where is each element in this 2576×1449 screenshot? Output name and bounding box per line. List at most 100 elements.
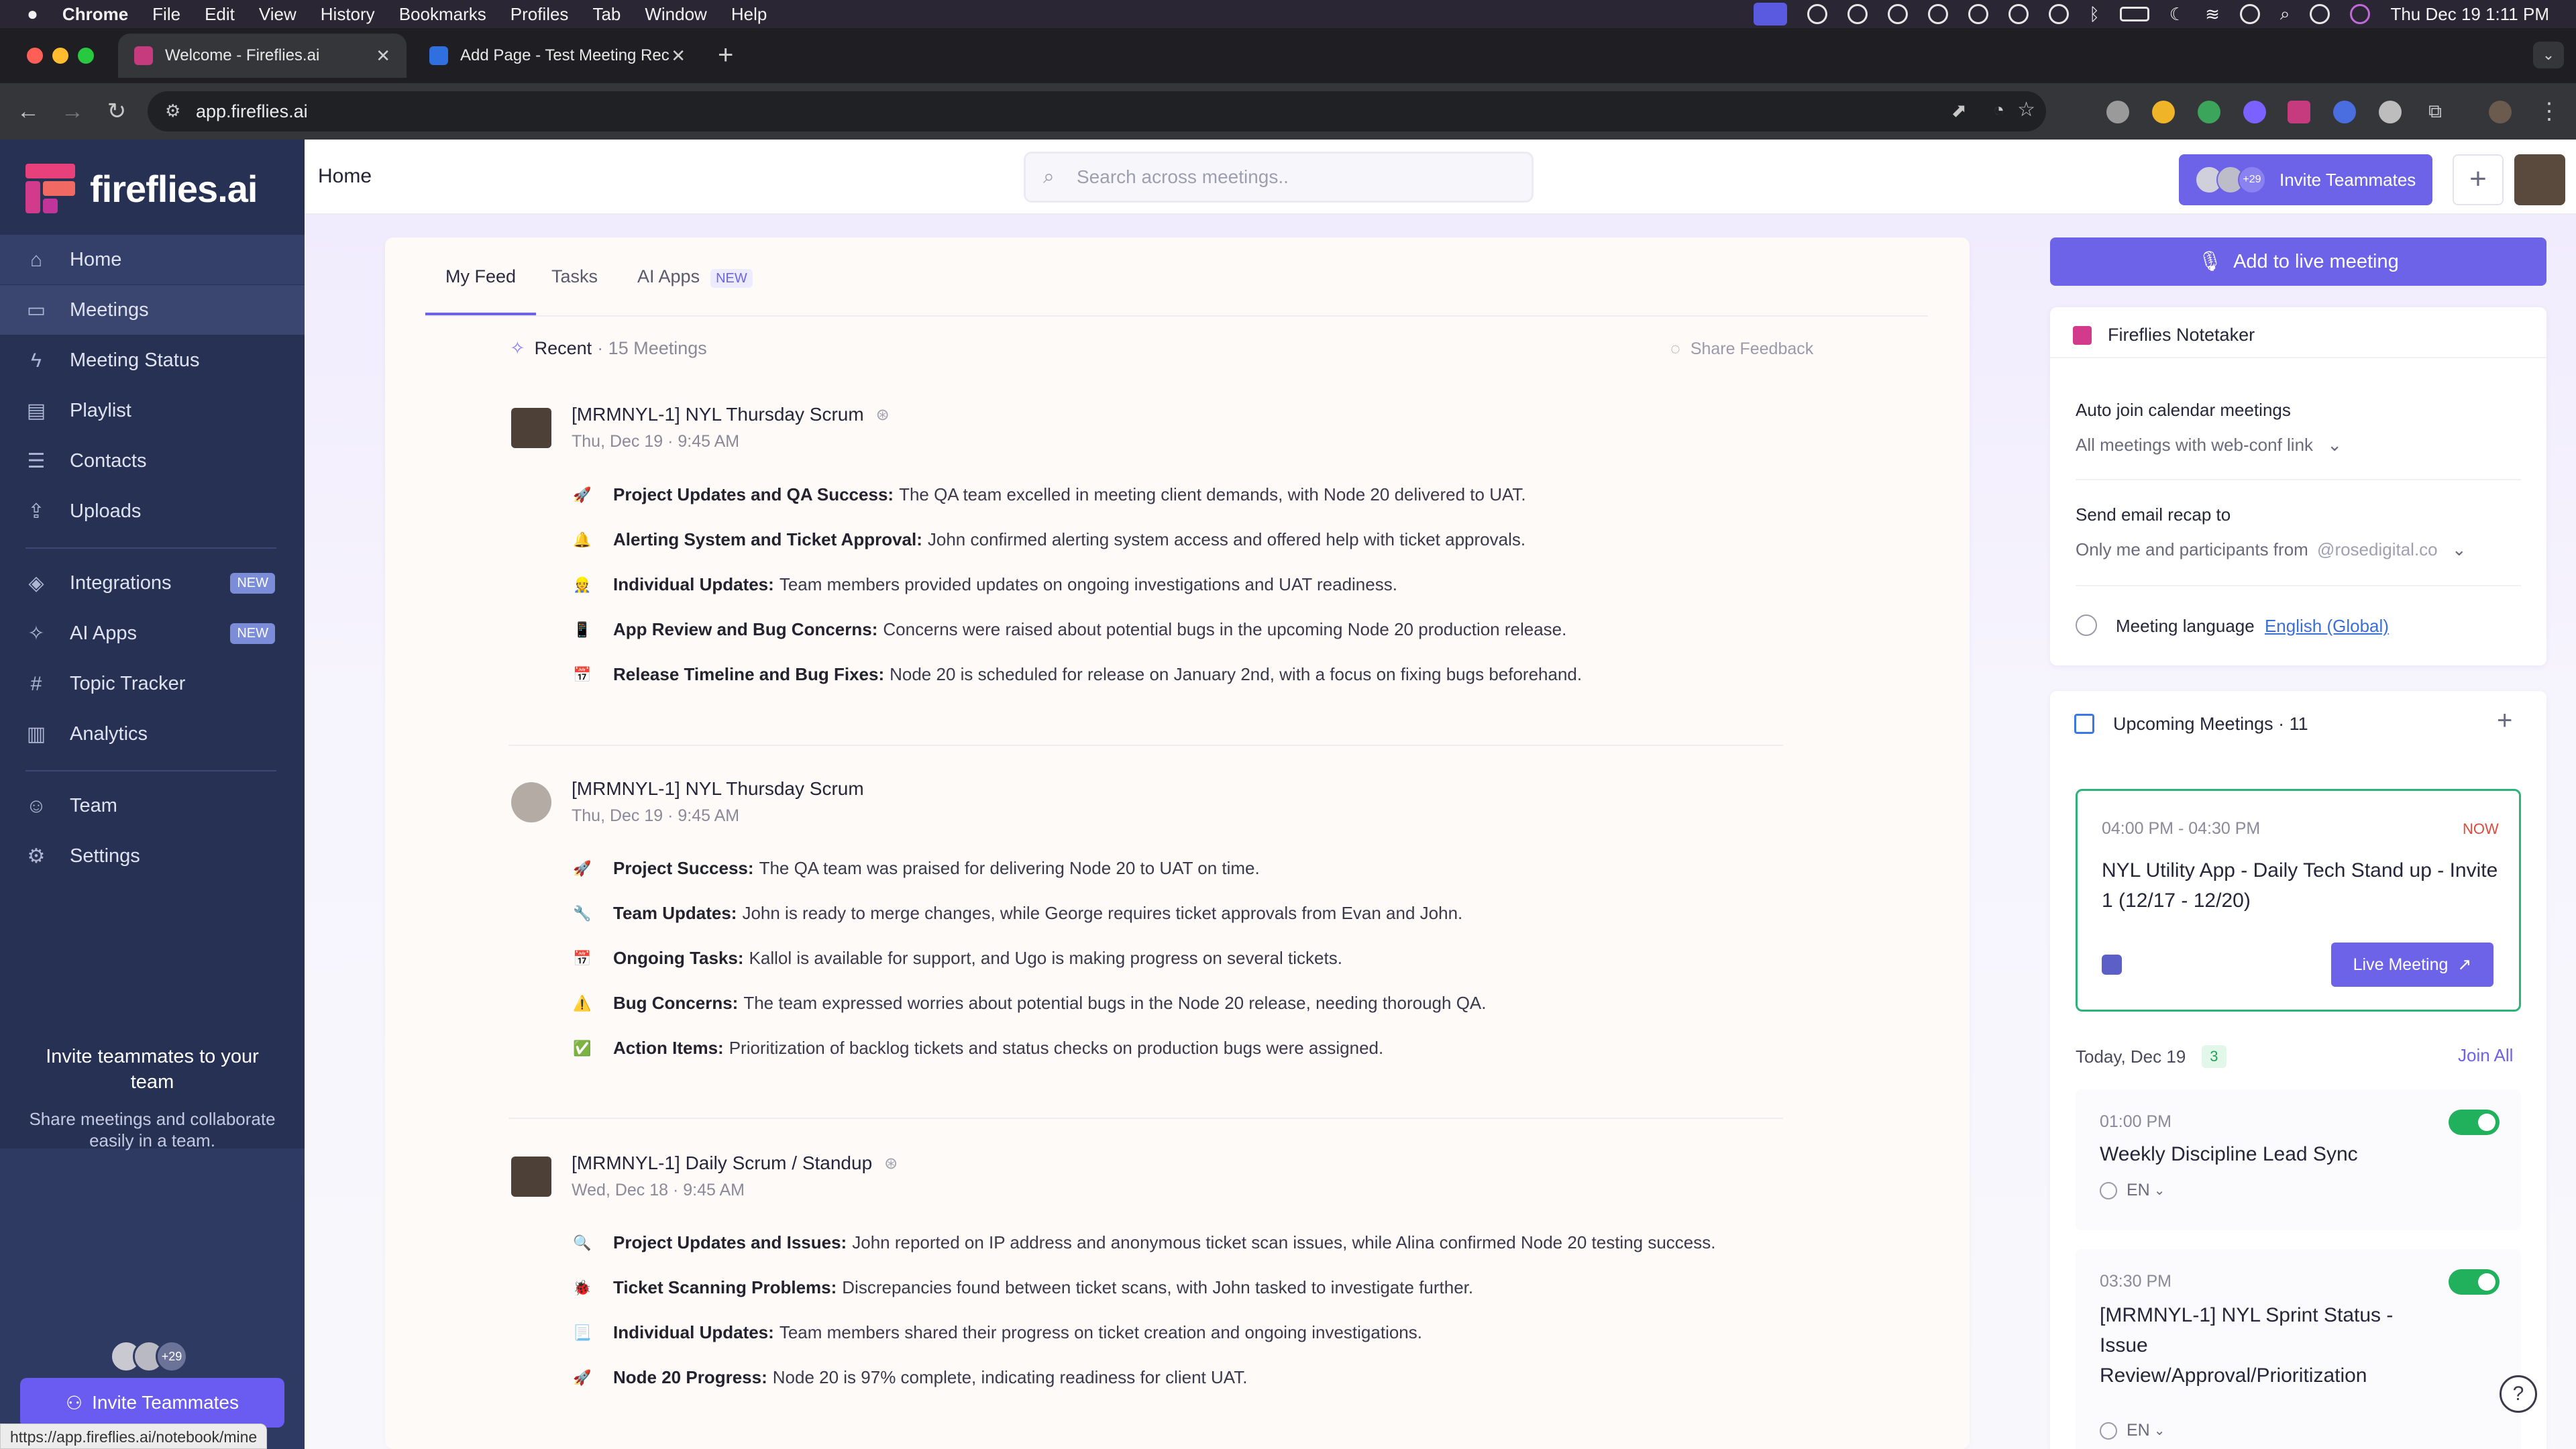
close-tab-icon[interactable]: ✕: [671, 46, 686, 66]
maximize-window-button[interactable]: [78, 48, 94, 64]
auto-join-select[interactable]: All meetings with web-conf link ⌄: [2076, 435, 2342, 455]
tab-search-icon[interactable]: ⌄: [2533, 42, 2564, 68]
minimize-window-button[interactable]: [52, 48, 68, 64]
sidebar-item-uploads[interactable]: ⇪ Uploads: [0, 486, 305, 536]
sidebar-item-ai-apps[interactable]: ✧ AI Apps NEW: [0, 608, 305, 658]
bluetooth-icon[interactable]: ᛒ: [2089, 4, 2100, 25]
add-meeting-icon[interactable]: +: [2497, 706, 2512, 736]
forward-icon[interactable]: →: [59, 98, 86, 125]
wifi-icon[interactable]: ≋: [2205, 4, 2220, 25]
live-meeting-button[interactable]: Live Meeting ↗: [2331, 943, 2493, 987]
sidebar-item-team[interactable]: ☺ Team: [0, 781, 305, 830]
siri-icon[interactable]: [2350, 4, 2371, 24]
performance-icon[interactable]: ◔: [1993, 99, 2004, 121]
extension-4-icon[interactable]: [2243, 101, 2266, 123]
extension-1-icon[interactable]: [2106, 101, 2129, 123]
menu-tab[interactable]: Tab: [592, 4, 621, 25]
spotlight-icon[interactable]: ⌕: [2280, 3, 2290, 25]
menu-profiles[interactable]: Profiles: [511, 4, 569, 25]
moon-icon[interactable]: ☾: [2169, 4, 2185, 25]
grammarly-icon[interactable]: [1807, 4, 1828, 24]
upcoming-meeting-item[interactable]: 01:00 PM Weekly Discipline Lead Sync EN …: [2076, 1089, 2521, 1230]
menu-window[interactable]: Window: [645, 4, 706, 25]
meeting-header[interactable]: [MRMNYL-1] Daily Scrum / Standup ⊛ Wed, …: [572, 1152, 898, 1200]
menu-edit[interactable]: Edit: [205, 4, 235, 25]
menu-view[interactable]: View: [259, 4, 297, 25]
menu-clock[interactable]: Thu Dec 19 1:11 PM: [2390, 4, 2549, 25]
tab-ai-apps[interactable]: AI Apps NEW: [637, 255, 753, 315]
add-button[interactable]: +: [2453, 154, 2504, 205]
extension-6-icon[interactable]: [2333, 101, 2356, 123]
sidebar-item-integrations[interactable]: ◈ Integrations NEW: [0, 558, 305, 608]
language-select[interactable]: EN ⌄: [2100, 1421, 2165, 1440]
search-input[interactable]: ⌕ Search across meetings..: [1024, 152, 1534, 203]
bookmark-star-icon[interactable]: ☆: [2017, 98, 2035, 121]
extension-7-icon[interactable]: [2379, 101, 2402, 123]
sidebar-item-home[interactable]: ⌂ Home: [0, 235, 305, 284]
sidebar-item-contacts[interactable]: ☰ Contacts: [0, 436, 305, 486]
bolt-app-icon[interactable]: [1968, 4, 1989, 24]
battery-icon[interactable]: [2119, 7, 2149, 21]
control-center-icon[interactable]: [2310, 4, 2330, 24]
sidebar-item-analytics[interactable]: ▥ Analytics: [0, 709, 305, 759]
brand[interactable]: fireflies.ai: [25, 164, 258, 213]
tab-tasks[interactable]: Tasks: [551, 255, 598, 315]
back-icon[interactable]: ←: [15, 98, 42, 125]
auto-join-toggle[interactable]: [2449, 1110, 2500, 1135]
google-drive-icon[interactable]: [2198, 101, 2220, 123]
help-button[interactable]: ?: [2500, 1375, 2537, 1413]
browser-tab-fireflies[interactable]: Welcome - Fireflies.ai ✕: [118, 34, 407, 78]
address-bar[interactable]: ⚙ app.fireflies.ai ⬈ ◔ ☆: [148, 91, 2046, 131]
menu-app-name[interactable]: Chrome: [62, 4, 128, 25]
new-tab-icon[interactable]: +: [718, 40, 733, 70]
profile-avatar-icon[interactable]: [2489, 101, 2512, 123]
extensions-puzzle-icon[interactable]: ⧉: [2422, 98, 2449, 125]
play-icon[interactable]: [2239, 4, 2260, 24]
display-icon[interactable]: [2049, 4, 2070, 24]
invite-teammates-sidebar-button[interactable]: ⚇ Invite Teammates: [20, 1378, 284, 1428]
meeting-title[interactable]: [MRMNYL-1] Daily Scrum / Standup: [572, 1152, 872, 1174]
search-tool-icon[interactable]: [1847, 4, 1868, 24]
meeting-title[interactable]: [MRMNYL-1] NYL Thursday Scrum: [572, 778, 864, 800]
language-link[interactable]: English (Global): [2265, 616, 2389, 636]
meeting-header[interactable]: [MRMNYL-1] NYL Thursday Scrum ⊛ Thu, Dec…: [572, 404, 890, 451]
emoji-icon: 📅: [573, 949, 592, 967]
screen-share-icon[interactable]: [1754, 3, 1788, 25]
extension-2-icon[interactable]: [2152, 101, 2175, 123]
apple-icon[interactable]: ●: [27, 3, 38, 25]
password-icon[interactable]: [2008, 4, 2029, 24]
share-feedback-link[interactable]: ◌ Share Feedback: [1670, 339, 1813, 359]
menu-file[interactable]: File: [152, 4, 180, 25]
sidebar-item-meeting-status[interactable]: ϟ Meeting Status: [0, 335, 305, 385]
sidebar-item-meetings[interactable]: ▭ Meetings: [0, 285, 305, 335]
browser-tab-add-page[interactable]: Add Page - Test Meeting Rec ✕: [413, 34, 702, 78]
site-info-icon[interactable]: ⚙: [165, 101, 180, 121]
open-external-icon[interactable]: ⬈: [1951, 99, 1967, 121]
user-avatar[interactable]: [2514, 154, 2565, 205]
language-select[interactable]: EN ⌄: [2100, 1181, 2165, 1200]
sidebar-item-settings[interactable]: ⚙ Settings: [0, 831, 305, 881]
sidebar-item-topic-tracker[interactable]: # Topic Tracker: [0, 659, 305, 708]
chrome-menu-icon[interactable]: ⋮: [2536, 98, 2563, 125]
recap-select[interactable]: Only me and participants from @rosedigit…: [2076, 539, 2467, 560]
upcoming-meeting-item[interactable]: 03:30 PM [MRMNYL-1] NYL Sprint Status - …: [2076, 1249, 2521, 1449]
sparkle-icon: ✧: [28, 623, 45, 645]
invite-teammates-header-button[interactable]: +29 Invite Teammates: [2179, 154, 2432, 205]
triangle-app-icon[interactable]: [1928, 4, 1949, 24]
meeting-header[interactable]: [MRMNYL-1] NYL Thursday Scrum Thu, Dec 1…: [572, 778, 864, 826]
now-meeting-card[interactable]: 04:00 PM - 04:30 PM NOW NYL Utility App …: [2076, 789, 2521, 1012]
meeting-title[interactable]: [MRMNYL-1] NYL Thursday Scrum: [572, 404, 864, 425]
join-all-link[interactable]: Join All: [2458, 1045, 2513, 1066]
menu-help[interactable]: Help: [731, 4, 767, 25]
pen-icon[interactable]: [1888, 4, 1909, 24]
close-tab-icon[interactable]: ✕: [376, 46, 390, 66]
sidebar-item-playlist[interactable]: ▤ Playlist: [0, 386, 305, 435]
fireflies-extension-icon[interactable]: [2288, 101, 2310, 123]
menu-bookmarks[interactable]: Bookmarks: [399, 4, 486, 25]
menu-history[interactable]: History: [321, 4, 375, 25]
reload-icon[interactable]: ↻: [103, 98, 130, 125]
auto-join-toggle[interactable]: [2449, 1269, 2500, 1295]
add-to-live-meeting-button[interactable]: 🎙 Add to live meeting: [2050, 237, 2546, 286]
tab-my-feed[interactable]: My Feed: [425, 255, 537, 315]
close-window-button[interactable]: [27, 48, 43, 64]
